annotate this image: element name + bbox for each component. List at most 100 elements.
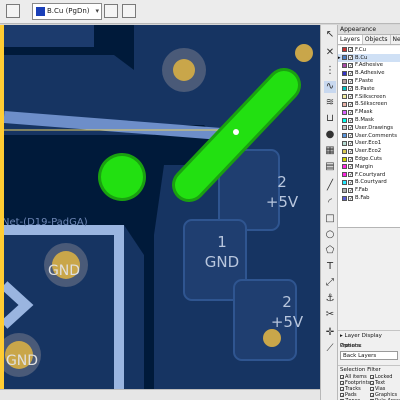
add-zone-icon[interactable]: ▦ (324, 145, 336, 157)
layer-color-swatch[interactable] (342, 172, 347, 178)
layer-visibility-checkbox[interactable]: ✓ (348, 140, 353, 146)
add-text-icon[interactable]: T (324, 261, 336, 273)
layer-color-swatch[interactable] (342, 94, 347, 100)
layer-display-options-toggle[interactable]: ▸ Layer Display Options (338, 330, 400, 349)
draw-line-icon[interactable]: ╱ (324, 180, 336, 192)
measure-tool-icon[interactable]: ⟋ (324, 343, 336, 355)
layer-row[interactable]: ✓ User.Eco2 (338, 147, 400, 155)
active-layer-select[interactable]: B.Cu (PgDn) ▾ (32, 3, 102, 20)
layer-visibility-checkbox[interactable]: ✓ (348, 55, 353, 61)
layer-visibility-checkbox[interactable]: ✓ (348, 94, 353, 100)
layer-color-swatch[interactable] (342, 62, 347, 68)
layer-color-swatch[interactable] (342, 101, 347, 107)
draw-polygon-icon[interactable]: ⬠ (324, 245, 336, 257)
layer-color-swatch[interactable] (342, 140, 347, 146)
draw-arc-icon[interactable]: ◜ (324, 197, 336, 209)
layer-visibility-checkbox[interactable]: ✓ (348, 117, 353, 123)
layer-row[interactable]: ✓ F.Mask (338, 108, 400, 116)
layer-color-swatch[interactable] (342, 47, 347, 53)
layer-visibility-checkbox[interactable]: ✓ (348, 125, 353, 131)
layer-row[interactable]: ✓ F.Cu (338, 46, 400, 54)
layer-row[interactable]: ✓ F.Courtyard (338, 171, 400, 179)
layer-color-swatch[interactable] (342, 133, 347, 139)
filter-checkbox[interactable]: ✓ (340, 375, 344, 380)
rule-area-icon[interactable]: ▤ (324, 161, 336, 173)
add-dimension-icon[interactable]: ⤢ (324, 277, 336, 289)
layer-visibility-checkbox[interactable]: ✓ (348, 156, 353, 162)
layer-row[interactable]: ✓ B.Silkscreen (338, 101, 400, 109)
draw-circle-icon[interactable]: ○ (324, 229, 336, 241)
layer-visibility-checkbox[interactable]: ✓ (348, 86, 353, 92)
layer-row[interactable]: ✓ Edge.Cuts (338, 155, 400, 163)
layer-visibility-checkbox[interactable]: ✓ (348, 172, 353, 178)
layer-visibility-checkbox[interactable]: ✓ (348, 70, 353, 76)
layer-color-swatch[interactable] (342, 125, 347, 131)
layer-visibility-checkbox[interactable]: ✓ (348, 195, 353, 201)
layer-visibility-checkbox[interactable]: ✓ (348, 187, 353, 193)
layer-visibility-checkbox[interactable]: ✓ (348, 148, 353, 154)
layer-visibility-checkbox[interactable]: ✓ (348, 78, 353, 84)
route-diff-pair-icon[interactable]: ≋ (324, 97, 336, 109)
layer-pair-icon[interactable] (6, 4, 20, 18)
layer-row[interactable]: ✓ B.Adhesive (338, 69, 400, 77)
local-ratsnest-icon[interactable]: ⋮ (324, 65, 336, 77)
layer-visibility-checkbox[interactable]: ✓ (348, 47, 353, 53)
select-tool-icon[interactable]: ↖ (324, 29, 336, 41)
highlight-net-icon[interactable]: ✕ (324, 47, 336, 59)
layer-color-swatch[interactable] (342, 117, 347, 123)
layer-color-swatch[interactable] (342, 86, 347, 92)
layer-visibility-checkbox[interactable]: ✓ (348, 179, 353, 185)
presets-select[interactable]: Back Layers (340, 351, 398, 360)
layer-row[interactable]: ✓ B.Fab (338, 194, 400, 202)
layer-row[interactable]: ▸ ✓ B.Cu (338, 53, 400, 62)
layer-color-swatch[interactable] (342, 156, 347, 162)
grid-origin-icon[interactable]: ✛ (324, 327, 336, 339)
filter-checkbox[interactable]: ✓ (340, 387, 344, 392)
grid-settings-icon[interactable] (104, 4, 118, 18)
tab-layers[interactable]: Layers (338, 35, 363, 44)
layer-color-swatch[interactable] (342, 70, 347, 76)
filter-checkbox[interactable]: ✓ (340, 381, 344, 386)
tab-objects[interactable]: Objects (363, 35, 391, 44)
layer-row[interactable]: ✓ User.Drawings (338, 124, 400, 132)
layer-row[interactable]: ✓ B.Mask (338, 116, 400, 124)
scripting-console-icon[interactable] (122, 4, 136, 18)
layer-row[interactable]: ✓ B.Courtyard (338, 179, 400, 187)
filter-checkbox[interactable]: ✓ (340, 393, 344, 398)
layer-color-swatch[interactable] (342, 109, 347, 115)
layer-color-swatch[interactable] (342, 148, 347, 154)
layer-row[interactable]: ✓ F.Adhesive (338, 62, 400, 70)
add-via-icon[interactable]: ● (324, 129, 336, 141)
layer-color-swatch[interactable] (342, 179, 347, 185)
filter-checkbox[interactable]: ✓ (370, 387, 374, 392)
filter-checkbox[interactable]: ✓ (370, 375, 374, 380)
layer-row[interactable]: ✓ F.Fab (338, 186, 400, 194)
layer-color-swatch[interactable] (342, 187, 347, 193)
draw-rectangle-icon[interactable]: □ (324, 213, 336, 225)
place-anchor-icon[interactable]: ⚓ (324, 293, 336, 305)
canvas-horizontal-scrollbar[interactable] (0, 389, 320, 400)
layer-visibility-checkbox[interactable]: ✓ (348, 164, 353, 170)
layer-row[interactable]: ✓ Margin (338, 163, 400, 171)
layer-row[interactable]: ✓ F.Silkscreen (338, 93, 400, 101)
layer-color-swatch[interactable] (342, 164, 347, 170)
filter-checkbox[interactable]: ✓ (370, 393, 374, 398)
pcb-canvas[interactable]: GND GND 2 +5V 1 GND 2 +5V Net-(D19-PadGA… (0, 25, 320, 389)
layer-visibility-checkbox[interactable]: ✓ (348, 109, 353, 115)
layer-row[interactable]: ✓ User.Eco1 (338, 140, 400, 148)
layer-color-swatch[interactable] (342, 55, 347, 61)
layer-visibility-checkbox[interactable]: ✓ (348, 62, 353, 68)
tab-nets[interactable]: Nets (391, 35, 400, 44)
layer-row[interactable]: ✓ User.Comments (338, 132, 400, 140)
layer-color-swatch[interactable] (342, 195, 347, 201)
filter-checkbox[interactable]: ✓ (370, 381, 374, 386)
layer-color-swatch[interactable] (342, 78, 347, 84)
layer-visibility-checkbox[interactable]: ✓ (348, 133, 353, 139)
delete-tool-icon[interactable]: ✂ (324, 309, 336, 321)
route-track-icon[interactable]: ∿ (324, 81, 336, 93)
layer-visibility-checkbox[interactable]: ✓ (348, 101, 353, 107)
layer-name: B.Mask (355, 117, 374, 124)
layer-row[interactable]: ✓ F.Paste (338, 77, 400, 85)
tune-length-icon[interactable]: ⊔ (324, 113, 336, 125)
layer-row[interactable]: ✓ B.Paste (338, 85, 400, 93)
